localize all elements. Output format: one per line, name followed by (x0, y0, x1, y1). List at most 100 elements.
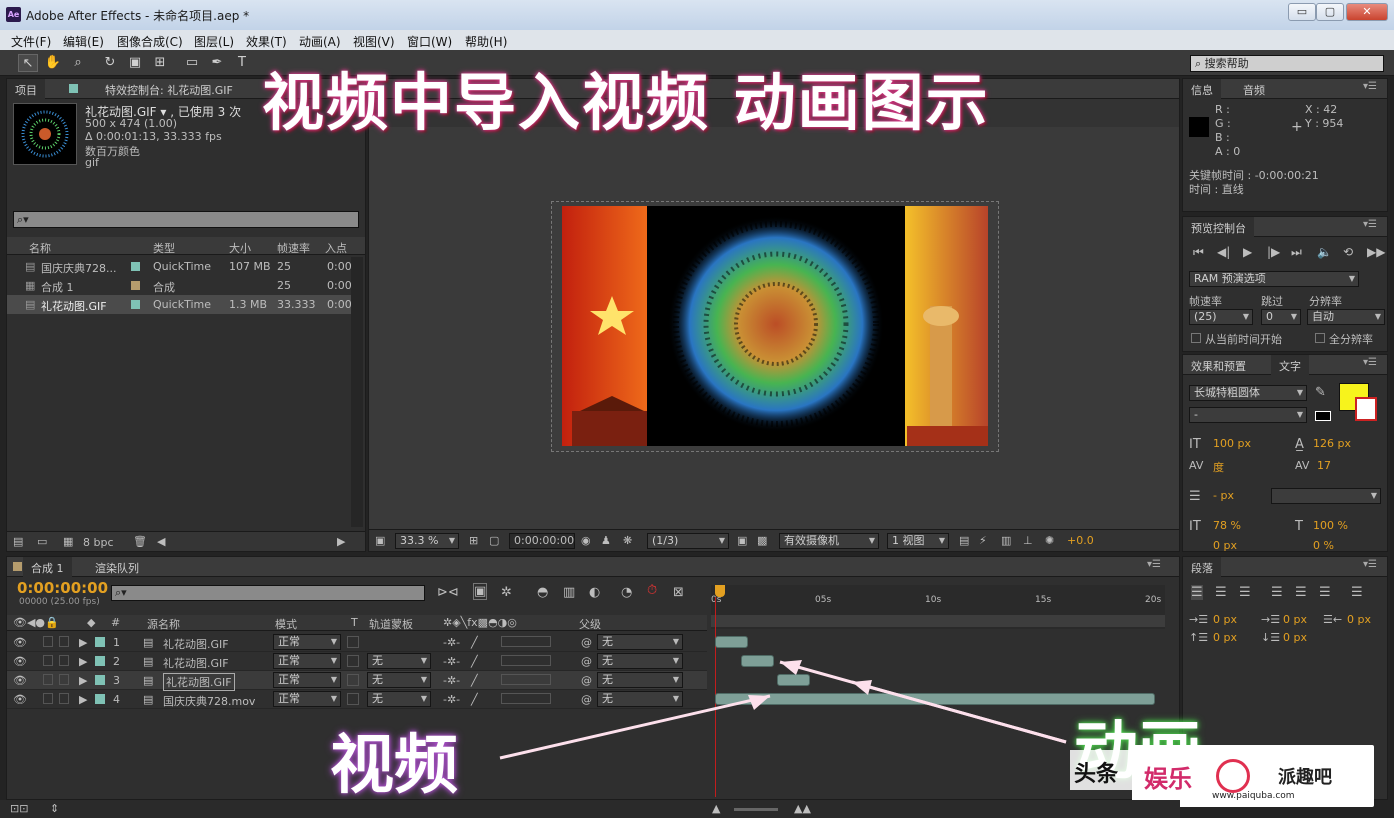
layer-duration-bar[interactable] (776, 674, 810, 686)
space-after-value[interactable]: 0 px (1283, 631, 1307, 644)
project-scrollbar[interactable] (351, 257, 363, 527)
bpc-label[interactable]: 8 bpc (83, 536, 114, 549)
col-parent[interactable]: 父级 (579, 616, 601, 632)
close-button[interactable]: ✕ (1346, 3, 1388, 21)
parent-dropdown[interactable]: 无 (597, 634, 683, 650)
hand-tool-icon[interactable]: ✋ (43, 54, 63, 72)
menu-layer[interactable]: 图层(L) (194, 33, 234, 50)
toggle-modes-icon[interactable]: ⇕ (50, 802, 59, 815)
from-current-checkbox[interactable] (1191, 333, 1201, 343)
eye-icon[interactable]: 👁 (13, 655, 27, 668)
camera-tool-icon[interactable]: ▣ (125, 54, 145, 72)
full-screen-checkbox[interactable] (1315, 333, 1325, 343)
indent-first-value[interactable]: 0 px (1283, 613, 1307, 626)
menu-view[interactable]: 视图(V) (353, 33, 395, 50)
panel-menu-icon[interactable]: ▾☰ (1363, 81, 1377, 92)
eye-icon[interactable]: 👁 (13, 693, 27, 706)
playhead-handle[interactable] (715, 585, 725, 597)
menu-effect[interactable]: 效果(T) (246, 33, 287, 50)
tab-paragraph[interactable]: 段落 (1183, 557, 1221, 577)
kerning-value[interactable]: 度 (1213, 459, 1224, 475)
frame-blending-icon[interactable]: ▥ (563, 585, 575, 600)
leading-value[interactable]: 126 px (1313, 437, 1351, 450)
fps-dropdown[interactable]: (25) (1189, 309, 1253, 325)
layer-row[interactable]: 👁 ▶ 3 ▤ 礼花动图.GIF 正常 无 -✲- ╱ @ 无 (7, 671, 707, 691)
last-frame-icon[interactable]: ⏭ (1291, 245, 1302, 260)
pickwhip-icon[interactable]: @ (581, 693, 592, 706)
tab-text[interactable]: 文字 (1271, 355, 1309, 375)
auto-keyframe-icon[interactable]: ⏱ (647, 583, 657, 598)
grid-icon[interactable]: ⊞ (469, 534, 478, 547)
lock-box[interactable] (59, 693, 69, 704)
effect-switches[interactable] (501, 674, 551, 685)
next-frame-icon[interactable]: |▶ (1267, 245, 1280, 259)
justify-center-icon[interactable]: ☰ (1295, 585, 1307, 600)
shy-switch-icon[interactable]: -✲- (443, 674, 460, 687)
zoom-dropdown[interactable]: 33.3 % (395, 533, 459, 549)
layer-label-color[interactable] (95, 675, 105, 685)
black-swatch[interactable] (1315, 411, 1331, 421)
col-name[interactable]: 名称 (29, 240, 51, 256)
pan-behind-tool-icon[interactable]: ⊞ (150, 54, 170, 72)
vertical-scale-value[interactable]: 78 % (1213, 519, 1241, 532)
transparency-grid-icon[interactable]: ▩ (757, 534, 767, 547)
align-left-icon[interactable]: ☰ (1191, 585, 1203, 600)
channels-icon[interactable]: ❋ (623, 534, 632, 547)
exposure-icon[interactable]: ✺ (1045, 534, 1054, 547)
col-fps[interactable]: 帧速率 (277, 240, 310, 256)
preserve-transparency-box[interactable] (347, 655, 359, 667)
zoom-slider[interactable] (734, 808, 778, 811)
menu-animation[interactable]: 动画(A) (299, 33, 341, 50)
zoom-tool-icon[interactable]: ⌕ (68, 54, 88, 72)
tab-effect-controls[interactable]: 特效控制台: 礼花动图.GIF (97, 79, 241, 99)
tab-render-queue[interactable]: 渲染队列 (87, 557, 147, 577)
solo-box[interactable] (43, 674, 53, 685)
lock-box[interactable] (59, 655, 69, 666)
first-frame-icon[interactable]: ⏮ (1193, 245, 1204, 260)
motion-blur-icon[interactable]: ◐ (589, 585, 600, 600)
new-comp-icon[interactable]: ▦ (63, 535, 73, 548)
show-snapshot-icon[interactable]: ♟ (601, 534, 611, 547)
rotate-tool-icon[interactable]: ↻ (100, 54, 120, 72)
loop-icon[interactable]: ⟲ (1343, 245, 1353, 259)
project-search-input[interactable]: ⌕▾ (13, 211, 359, 228)
zoom-in-icon[interactable]: ▲▲ (794, 802, 811, 815)
col-t[interactable]: T (351, 616, 358, 629)
col-source-name[interactable]: 源名称 (147, 616, 180, 632)
rectangle-tool-icon[interactable]: ▭ (182, 54, 202, 72)
graph-editor-icon[interactable]: ⊠ (673, 585, 684, 600)
shy-icon[interactable]: ◓ (537, 585, 548, 600)
draft-3d-icon[interactable]: ✲ (501, 585, 512, 600)
tab-project[interactable]: 项目 (7, 79, 45, 99)
flowchart-icon[interactable]: ⊥ (1023, 534, 1033, 547)
resolution-dropdown[interactable]: (1/3) (647, 533, 729, 549)
new-folder-icon[interactable]: ▭ (37, 535, 47, 548)
font-family-dropdown[interactable]: 长城特粗圆体 (1189, 385, 1307, 401)
prev-frame-icon[interactable]: ◀| (1217, 245, 1230, 259)
layer-name[interactable]: 礼花动图.GIF (163, 673, 235, 691)
minimize-button[interactable]: ▭ (1288, 3, 1316, 21)
scroll-left-icon[interactable]: ◀ (157, 535, 165, 548)
camera-dropdown[interactable]: 有效摄像机 (779, 533, 879, 549)
effect-switches[interactable] (501, 693, 551, 704)
trash-icon[interactable]: 🗑 (133, 535, 147, 548)
effect-switches[interactable] (501, 655, 551, 666)
solo-box[interactable] (43, 693, 53, 704)
audio-icon[interactable]: 🔈 (1317, 245, 1332, 259)
panel-menu-icon[interactable]: ▾☰ (1363, 357, 1377, 368)
layer-mode-dropdown[interactable]: 正常 (273, 634, 341, 650)
tracking-value[interactable]: 17 (1317, 459, 1331, 472)
align-center-icon[interactable]: ☰ (1215, 585, 1227, 600)
layer-name[interactable]: 国庆庆典728.mov (163, 693, 255, 709)
eyedropper-icon[interactable]: ✎ (1315, 385, 1326, 400)
parent-dropdown[interactable]: 无 (597, 653, 683, 669)
tab-preview[interactable]: 预览控制台 (1183, 217, 1254, 237)
snapshot-icon[interactable]: ◉ (581, 534, 591, 547)
tab-effects-presets[interactable]: 效果和预置 (1183, 355, 1254, 375)
pen-tool-icon[interactable]: ✒ (207, 54, 227, 72)
shy-switch-icon[interactable]: -✲- (443, 655, 460, 668)
preserve-transparency-box[interactable] (347, 674, 359, 686)
shy-switch-icon[interactable]: -✲- (443, 693, 460, 706)
project-item-row-selected[interactable]: ▤ 礼花动图.GIF QuickTime 1.3 MB 33.333 0:00 (7, 295, 357, 314)
layer-row[interactable]: 👁 ▶ 1 ▤ 礼花动图.GIF 正常 -✲- ╱ @ 无 (7, 633, 707, 652)
